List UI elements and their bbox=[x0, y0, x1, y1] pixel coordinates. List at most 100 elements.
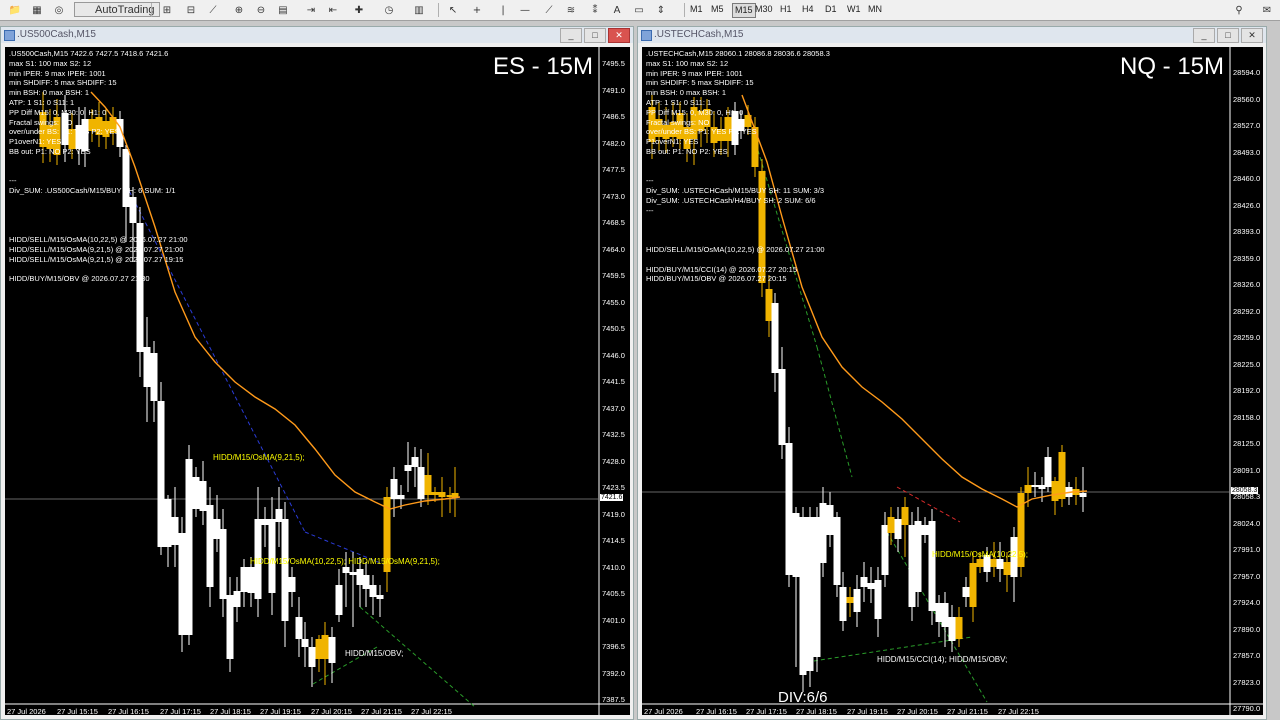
candlestick-icon[interactable]: ⊟ bbox=[182, 2, 200, 19]
candle-body bbox=[247, 567, 255, 593]
candle-body bbox=[894, 519, 902, 539]
price-tick-label: 7459.5 bbox=[602, 271, 625, 280]
label-icon[interactable]: ▭ bbox=[630, 2, 648, 19]
price-tick-label: 28393.0 bbox=[1233, 227, 1261, 236]
timeframe-h1[interactable]: H1 bbox=[778, 3, 794, 16]
timeframe-m5[interactable]: M5 bbox=[709, 3, 726, 16]
candle-body bbox=[397, 495, 405, 499]
crosshair-icon[interactable]: + bbox=[468, 2, 486, 19]
candle-body bbox=[192, 477, 200, 509]
templates-icon[interactable]: ▥ bbox=[410, 2, 428, 19]
candle-body bbox=[1044, 457, 1052, 487]
current-price-box: 28058.3 bbox=[1231, 487, 1259, 494]
folder-icon[interactable]: 📁 bbox=[6, 2, 24, 19]
time-tick-label: 27 Jul 20:15 bbox=[897, 707, 938, 715]
vertical-line-icon[interactable]: | bbox=[494, 2, 512, 19]
info-line: HIDD/SELL/M15/OsMA(10,22,5) @ 2026.07.27… bbox=[9, 235, 188, 245]
time-tick-label: 27 Jul 19:15 bbox=[847, 707, 888, 715]
indicator-info-panel: .US500Cash,M15 7422.6 7427.5 7418.6 7421… bbox=[9, 49, 188, 284]
candle-body bbox=[860, 577, 868, 587]
info-line bbox=[646, 216, 830, 226]
time-tick-label: 27 Jul 20:15 bbox=[311, 707, 352, 715]
candle-body bbox=[268, 519, 276, 593]
profiles-icon[interactable]: ▦ bbox=[28, 2, 46, 19]
text-icon[interactable]: A bbox=[608, 2, 626, 19]
info-line: min IPER: 9 max IPER: 1001 bbox=[646, 68, 743, 78]
price-tick-label: 27991.0 bbox=[1233, 545, 1261, 554]
candle-body bbox=[901, 507, 909, 525]
chart-window-icon bbox=[641, 30, 652, 41]
price-tick-label: 28594.0 bbox=[1233, 68, 1261, 77]
price-tick-label: 7446.0 bbox=[602, 350, 625, 360]
candle-body bbox=[813, 517, 821, 657]
timeframe-w1[interactable]: W1 bbox=[845, 3, 863, 16]
price-tick-label: 7486.5 bbox=[602, 112, 625, 121]
info-line: HIDD/BUY/M15/OBV @ 2026.07.27 20:15 bbox=[646, 274, 787, 284]
price-tick-label: 28125.0 bbox=[1233, 439, 1261, 448]
shift-icon[interactable]: ⇤ bbox=[324, 2, 342, 19]
time-tick-label: 27 Jul 17:15 bbox=[160, 707, 201, 715]
window-title: .US500Cash,M15 bbox=[17, 29, 96, 40]
minimize-button[interactable]: _ bbox=[560, 28, 582, 43]
line-chart-icon[interactable]: ⟋ bbox=[204, 2, 222, 19]
close-button[interactable]: ✕ bbox=[608, 28, 630, 43]
candle-body bbox=[935, 603, 943, 622]
chat-icon[interactable]: ✉ bbox=[1258, 2, 1276, 19]
market-watch-icon[interactable]: ◎ bbox=[50, 2, 68, 19]
trendline-icon[interactable]: ⟋ bbox=[540, 2, 558, 19]
divergence-line bbox=[816, 346, 853, 478]
info-line: PP Diff M15: 0, M30: 0, H1: 0 bbox=[9, 107, 107, 117]
candle-body bbox=[976, 559, 984, 567]
timeframe-m30[interactable]: M30 bbox=[753, 3, 775, 16]
candle-body bbox=[874, 580, 882, 619]
candle-body bbox=[171, 517, 179, 545]
candle-body bbox=[301, 639, 309, 647]
fibonacci-icon[interactable]: ⁑ bbox=[586, 2, 604, 19]
info-line: --- bbox=[9, 176, 17, 186]
arrows-icon[interactable]: ⇕ bbox=[652, 2, 670, 19]
tile-icon[interactable]: ▤ bbox=[274, 2, 292, 19]
candle-body bbox=[321, 635, 329, 659]
info-line bbox=[9, 225, 188, 235]
info-line: Div_SUM: .USTECHCash/H4/BUY SH: 2 SUM: 6… bbox=[646, 195, 816, 205]
minimize-button[interactable]: _ bbox=[1193, 28, 1215, 43]
close-button[interactable]: ✕ bbox=[1241, 28, 1263, 43]
timeframe-d1[interactable]: D1 bbox=[823, 3, 839, 16]
candle-body bbox=[1003, 562, 1011, 575]
candle-body bbox=[941, 603, 949, 627]
chart-symbol-label: ES - 15M bbox=[492, 53, 593, 80]
price-tick-label: 27957.0 bbox=[1233, 571, 1261, 581]
chart-area[interactable]: .US500Cash,M15 7422.6 7427.5 7418.6 7421… bbox=[5, 47, 630, 715]
periods-icon[interactable]: ◷ bbox=[380, 2, 398, 19]
maximize-button[interactable]: □ bbox=[584, 28, 606, 43]
info-line: BB out: P1: NO P2: YES bbox=[646, 146, 728, 156]
candle-body bbox=[785, 443, 793, 575]
timeframe-mn[interactable]: MN bbox=[866, 3, 884, 16]
indicators-icon[interactable]: ✚ bbox=[350, 2, 368, 19]
horizontal-line-icon[interactable]: — bbox=[516, 2, 534, 19]
autotrading-button[interactable]: AutoTrading bbox=[74, 2, 160, 17]
zoom-in-icon[interactable]: ⊕ bbox=[230, 2, 248, 19]
timeframe-m1[interactable]: M1 bbox=[688, 3, 705, 16]
price-tick-label: 7482.0 bbox=[602, 138, 625, 148]
candle-body bbox=[839, 587, 847, 621]
scroll-end-icon[interactable]: ⇥ bbox=[302, 2, 320, 19]
price-tick-label: 28493.0 bbox=[1233, 147, 1261, 157]
bar-chart-icon[interactable]: ⊞ bbox=[158, 2, 176, 19]
timeframe-h4[interactable]: H4 bbox=[800, 3, 816, 16]
maximize-button[interactable]: □ bbox=[1217, 28, 1239, 43]
candle-body bbox=[1051, 481, 1059, 501]
timeframe-m15[interactable]: M15 bbox=[732, 3, 756, 18]
chart-symbol-label: NQ - 15M bbox=[1119, 53, 1224, 80]
chart-window-left: .US500Cash,M15 _ □ ✕ .US500Cash,M15 7422.6… bbox=[0, 26, 634, 720]
cursor-icon[interactable]: ↖ bbox=[444, 2, 462, 19]
chart-area[interactable]: .USTECHCash,M15 28060.1 28086.8 28036.6 … bbox=[642, 47, 1263, 715]
zoom-out-icon[interactable]: ⊖ bbox=[252, 2, 270, 19]
price-tick-label: 27890.0 bbox=[1233, 624, 1261, 634]
time-tick-label: 27 Jul 22:15 bbox=[411, 707, 452, 715]
candle-body bbox=[771, 303, 779, 373]
candle-body bbox=[362, 575, 370, 589]
channel-icon[interactable]: ≋ bbox=[562, 2, 580, 19]
search-icon[interactable]: ⚲ bbox=[1230, 2, 1248, 19]
price-tick-label: 28527.0 bbox=[1233, 121, 1261, 130]
